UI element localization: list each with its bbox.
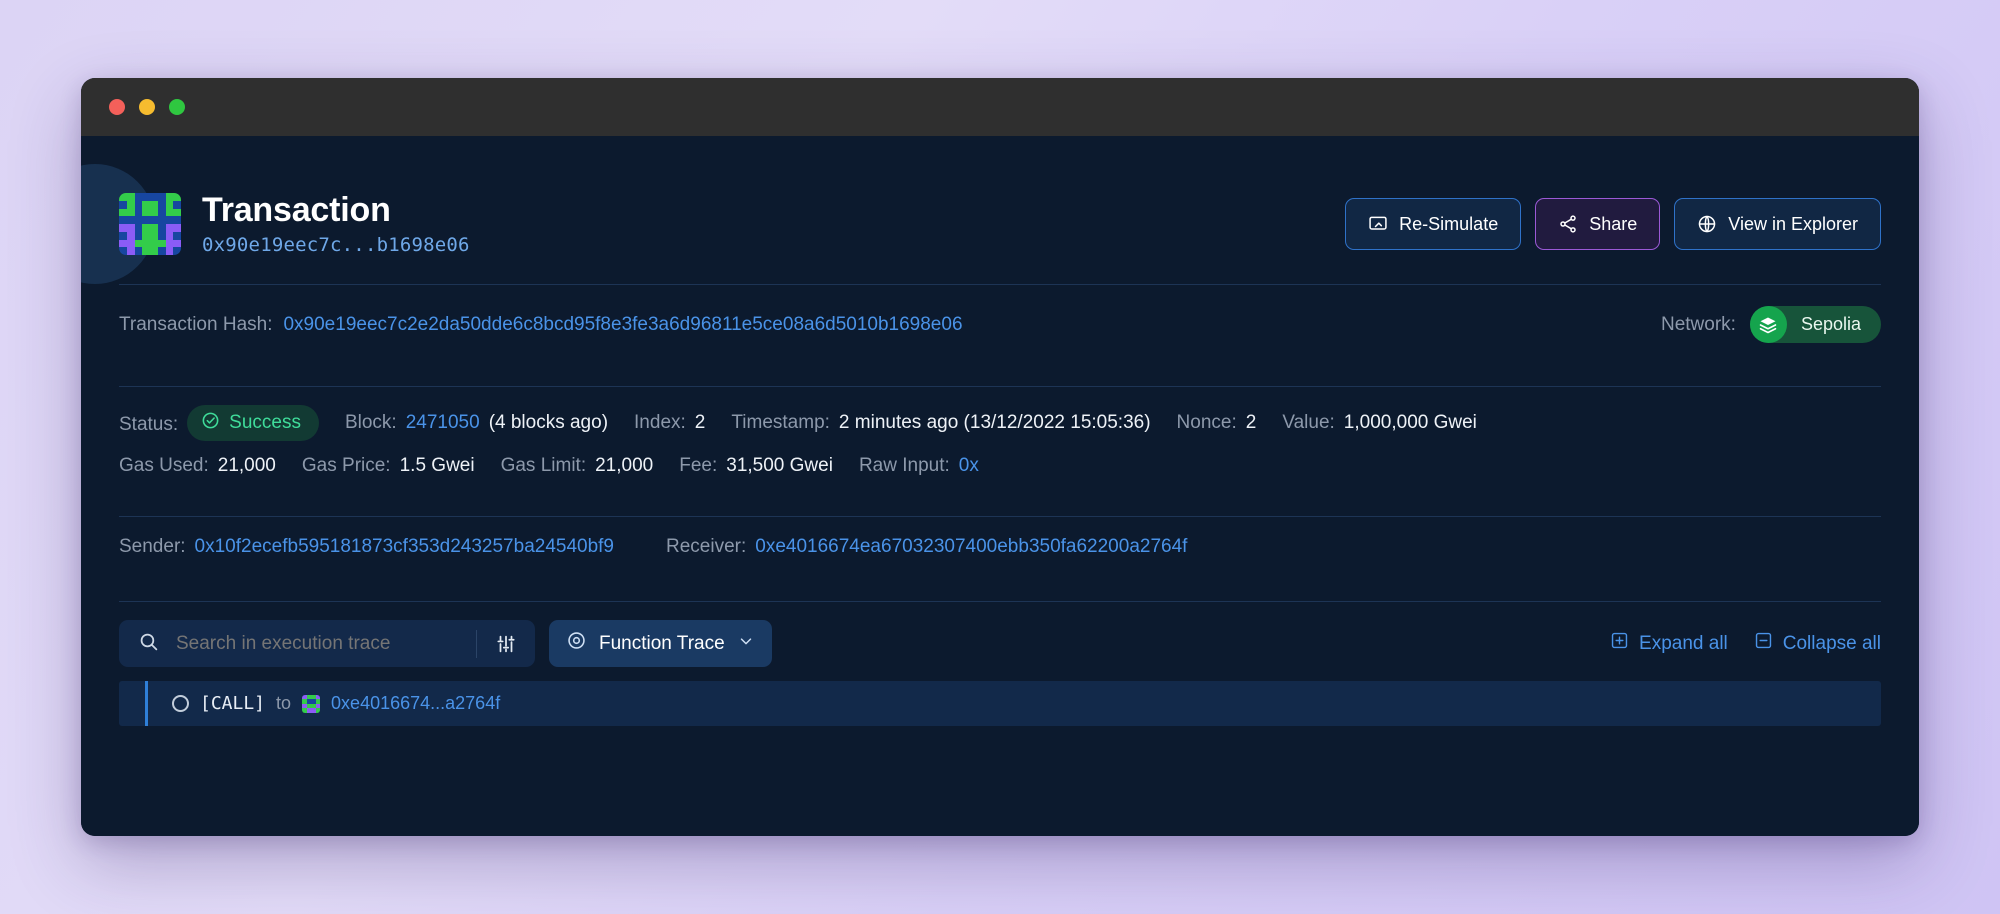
- globe-icon: [1697, 214, 1717, 234]
- transaction-identicon: [119, 193, 181, 256]
- page-header: Transaction 0x90e19eec7c...b1698e06 Re-S…: [119, 191, 1881, 257]
- block-label: Block:: [344, 412, 397, 434]
- trace-address[interactable]: 0xe4016674...a2764f: [331, 693, 500, 714]
- search-input[interactable]: [159, 632, 476, 655]
- gas-limit-value: 21,000: [595, 455, 654, 477]
- fee-value: 31,500 Gwei: [726, 455, 833, 477]
- app-content: Transaction 0x90e19eec7c...b1698e06 Re-S…: [81, 136, 1919, 836]
- plus-square-icon: [1610, 631, 1629, 656]
- fee-field: Fee: 31,500 Gwei: [679, 455, 833, 477]
- header-actions: Re-Simulate Share View in Explorer: [1345, 198, 1881, 251]
- re-simulate-button[interactable]: Re-Simulate: [1345, 198, 1522, 251]
- layers-icon: [1749, 306, 1787, 344]
- check-circle-icon: [201, 411, 220, 435]
- collapse-all-label: Collapse all: [1782, 632, 1881, 654]
- address-row: Sender: 0x10f2ecefb595181873cf353d243257…: [119, 517, 1881, 578]
- transaction-hash-value[interactable]: 0x90e19eec7c2e2da50dde6c8bcd95f8e3fe3a6d…: [283, 314, 962, 336]
- index-label: Index:: [634, 412, 686, 434]
- network-badge[interactable]: Sepolia: [1749, 306, 1881, 344]
- block-field: Block: 2471050 (4 blocks ago): [345, 412, 608, 434]
- trace-call-type: [CALL]: [200, 693, 266, 715]
- window-titlebar: [81, 78, 1919, 136]
- trace-connector: to: [276, 693, 292, 714]
- transaction-details: Status: Success Block: 2471050 (4 blocks…: [119, 387, 1881, 493]
- transaction-hash-label: Transaction Hash:: [119, 313, 273, 335]
- receiver-address[interactable]: 0xe4016674ea67032307400ebb350fa62200a276…: [755, 536, 1187, 558]
- divider: [119, 601, 1881, 603]
- nonce-field: Nonce: 2: [1177, 412, 1257, 434]
- gas-used-label: Gas Used:: [119, 455, 209, 477]
- title-block: Transaction 0x90e19eec7c...b1698e06: [119, 191, 470, 257]
- timestamp-field: Timestamp: 2 minutes ago (13/12/2022 15:…: [731, 412, 1150, 434]
- view-in-explorer-button[interactable]: View in Explorer: [1674, 198, 1881, 251]
- search-icon: [138, 631, 159, 657]
- gas-price-value: 1.5 Gwei: [399, 455, 475, 477]
- timestamp-value: 2 minutes ago (13/12/2022 15:05:36): [838, 412, 1151, 434]
- share-label: Share: [1589, 213, 1638, 234]
- collapse-all-button[interactable]: Collapse all: [1754, 631, 1881, 656]
- page-subtitle-hash: 0x90e19eec7c...b1698e06: [202, 234, 470, 257]
- status-field: Status: Success: [119, 405, 319, 442]
- expand-all-button[interactable]: Expand all: [1610, 631, 1728, 656]
- network-block: Network: Sepolia: [1660, 306, 1881, 344]
- gas-limit-label: Gas Limit:: [500, 455, 587, 477]
- sender-field: Sender: 0x10f2ecefb595181873cf353d243257…: [119, 536, 614, 558]
- status-badge: Success: [187, 405, 319, 442]
- share-icon: [1558, 214, 1578, 234]
- page-title: Transaction: [202, 191, 391, 229]
- gas-price-label: Gas Price:: [301, 455, 391, 477]
- gas-limit-field: Gas Limit: 21,000: [501, 455, 654, 477]
- share-button[interactable]: Share: [1535, 198, 1661, 251]
- receiver-field: Receiver: 0xe4016674ea67032307400ebb350f…: [666, 536, 1187, 558]
- window-minimize-button[interactable]: [139, 99, 155, 115]
- minus-square-icon: [1754, 631, 1773, 656]
- trace-toolbar: Function Trace: [119, 620, 1881, 668]
- timestamp-label: Timestamp:: [731, 412, 830, 434]
- receiver-identicon: [302, 694, 321, 713]
- gas-used-value: 21,000: [217, 455, 276, 477]
- trace-row[interactable]: [CALL] to 0xe4016674...a2764f: [119, 681, 1881, 727]
- window-close-button[interactable]: [109, 99, 125, 115]
- re-simulate-label: Re-Simulate: [1399, 213, 1499, 234]
- nonce-value: 2: [1245, 412, 1257, 434]
- circle-icon[interactable]: [172, 695, 189, 713]
- execution-trace-section: Function Trace: [119, 620, 1881, 727]
- nonce-label: Nonce:: [1176, 412, 1237, 434]
- network-label: Network:: [1660, 313, 1736, 335]
- transaction-hash-row: Transaction Hash: 0x90e19eec7c2e2da50dde…: [119, 285, 1881, 363]
- details-row-gas: Gas Used: 21,000 Gas Price: 1.5 Gwei Gas…: [119, 455, 1881, 477]
- expand-all-label: Expand all: [1639, 632, 1728, 654]
- receiver-label: Receiver:: [666, 536, 747, 558]
- raw-input-value[interactable]: 0x: [959, 455, 979, 477]
- monitor-icon: [1368, 214, 1388, 234]
- app-window: Transaction 0x90e19eec7c...b1698e06 Re-S…: [81, 78, 1919, 836]
- gas-used-field: Gas Used: 21,000: [119, 455, 276, 477]
- raw-input-label: Raw Input:: [858, 455, 950, 477]
- window-maximize-button[interactable]: [169, 99, 185, 115]
- status-label: Status:: [119, 414, 179, 436]
- value-field: Value: 1,000,000 Gwei: [1282, 412, 1477, 434]
- sender-address[interactable]: 0x10f2ecefb595181873cf353d243257ba24540b…: [195, 536, 614, 558]
- block-age: (4 blocks ago): [488, 412, 609, 434]
- chevron-down-icon: [737, 632, 755, 656]
- index-field: Index: 2: [634, 412, 705, 434]
- sliders-icon[interactable]: [477, 620, 535, 667]
- trace-list: [CALL] to 0xe4016674...a2764f: [119, 681, 1881, 727]
- sender-label: Sender:: [119, 536, 186, 558]
- status-text: Success: [229, 412, 301, 434]
- target-icon: [566, 630, 587, 657]
- function-trace-label: Function Trace: [599, 632, 725, 654]
- network-name: Sepolia: [1800, 314, 1861, 335]
- value-label: Value:: [1282, 412, 1335, 434]
- value-amount: 1,000,000 Gwei: [1343, 412, 1477, 434]
- index-value: 2: [694, 412, 706, 434]
- block-value[interactable]: 2471050: [406, 412, 480, 434]
- details-row-primary: Status: Success Block: 2471050 (4 blocks…: [119, 405, 1881, 442]
- search-container: [119, 620, 535, 668]
- gas-price-field: Gas Price: 1.5 Gwei: [302, 455, 475, 477]
- view-in-explorer-label: View in Explorer: [1728, 213, 1858, 234]
- fee-label: Fee:: [679, 455, 718, 477]
- raw-input-field: Raw Input: 0x: [859, 455, 979, 477]
- function-trace-selector[interactable]: Function Trace: [549, 620, 772, 668]
